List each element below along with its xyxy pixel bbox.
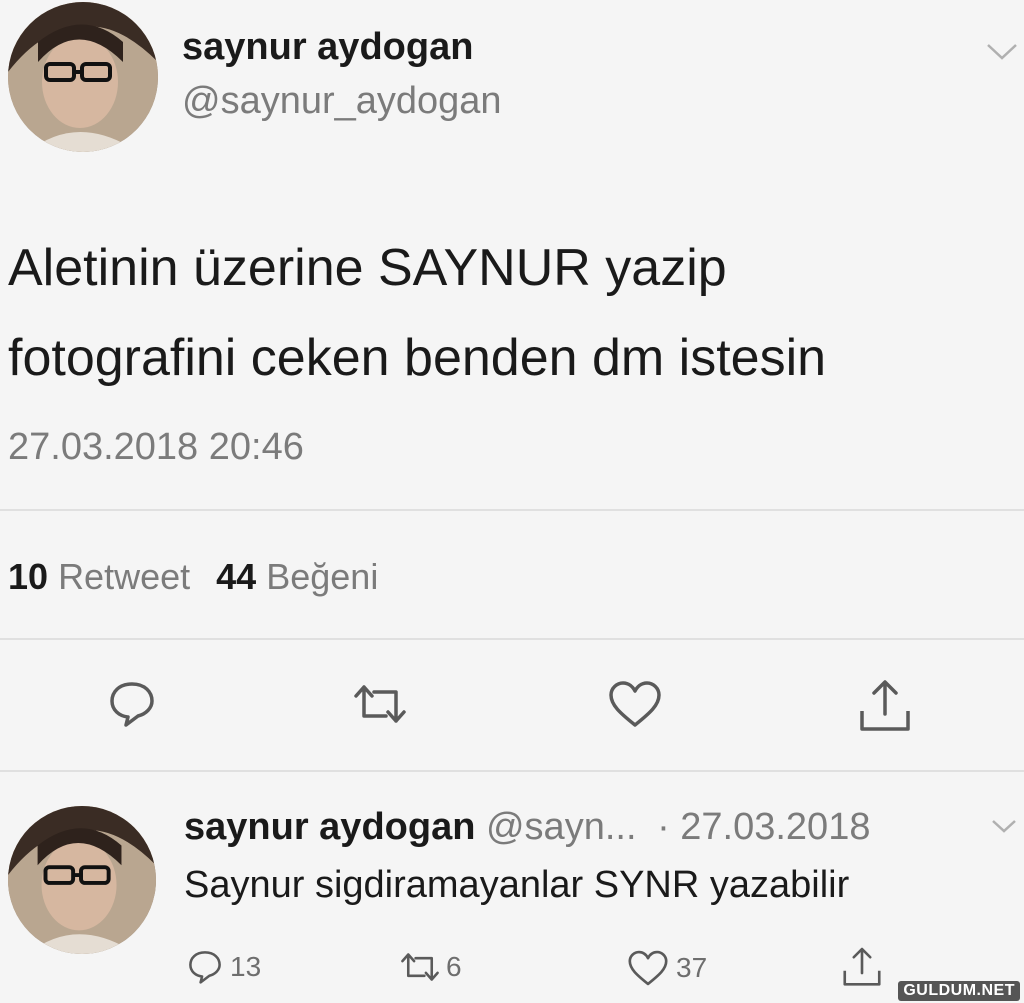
avatar[interactable] [8, 2, 158, 152]
retweet-label[interactable]: Retweet [58, 556, 190, 597]
reply-action-reply[interactable]: 13 [186, 948, 261, 986]
tweet-timestamp[interactable]: 27.03.2018 20:46 [8, 426, 304, 469]
reply-count: 13 [230, 951, 262, 982]
watermark: GULDUM.NET [898, 981, 1020, 1001]
retweet-count: 6 [446, 951, 462, 982]
reply-action-retweet[interactable]: 6 [398, 950, 462, 984]
divider [0, 770, 1024, 772]
tweet-text-line-2: fotografini ceken benden dm istesin [8, 329, 827, 387]
retweet-icon[interactable] [350, 682, 410, 726]
tweet-text-line-1: Aletinin üzerine SAYNUR yazip [8, 239, 727, 297]
tweet-stats: 10 Retweet 44 Beğeni [8, 556, 378, 598]
share-icon[interactable] [840, 946, 884, 988]
reply-icon[interactable] [106, 678, 158, 730]
reply-header: saynur aydogan @sayn... · 27.03.2018 [184, 806, 870, 849]
divider [0, 509, 1024, 511]
like-icon[interactable] [606, 678, 664, 730]
retweet-icon[interactable] [398, 950, 442, 984]
reply-handle[interactable]: @sayn... [486, 806, 637, 848]
reply-avatar[interactable] [8, 806, 156, 954]
reply-date[interactable]: · 27.03.2018 [657, 806, 870, 848]
display-name[interactable]: saynur aydogan [182, 26, 473, 69]
retweet-count[interactable]: 10 [8, 556, 48, 597]
reply-display-name[interactable]: saynur aydogan [184, 806, 475, 848]
like-count: 37 [676, 952, 708, 983]
reply-icon[interactable] [186, 948, 224, 986]
like-icon[interactable] [626, 948, 670, 988]
divider [0, 638, 1024, 640]
reply-action-like[interactable]: 37 [626, 948, 707, 988]
chevron-down-icon[interactable] [985, 42, 1019, 62]
like-count[interactable]: 44 [216, 556, 256, 597]
chevron-down-icon[interactable] [990, 818, 1018, 834]
share-icon[interactable] [856, 678, 914, 734]
handle[interactable]: @saynur_aydogan [182, 80, 502, 123]
reply-text: Saynur sigdiramayanlar SYNR yazabilir [184, 864, 850, 906]
like-label[interactable]: Beğeni [266, 556, 378, 597]
